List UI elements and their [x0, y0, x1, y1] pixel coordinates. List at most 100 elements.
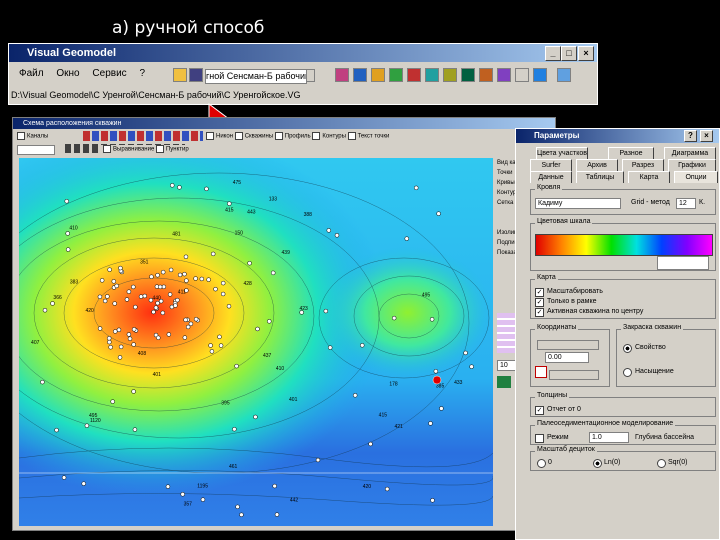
well-marker[interactable] [326, 228, 332, 233]
save-disk-icon[interactable] [189, 68, 203, 82]
well-marker[interactable] [433, 369, 439, 374]
diagram-icon[interactable] [497, 68, 511, 82]
tab-options[interactable]: Опции [674, 171, 718, 183]
well-marker[interactable] [131, 284, 136, 290]
menu-help[interactable]: ? [139, 68, 145, 79]
check-align[interactable]: Выравнивание [113, 147, 154, 153]
check-from-zero[interactable]: ✓ [535, 406, 544, 415]
color-scale-bar[interactable] [535, 234, 713, 256]
well-marker[interactable] [218, 343, 224, 348]
well-marker[interactable] [253, 414, 258, 420]
well-marker[interactable] [131, 327, 137, 332]
well-marker[interactable] [113, 329, 118, 334]
well-marker[interactable] [173, 303, 178, 308]
well-marker[interactable] [188, 321, 194, 327]
active-well-marker[interactable] [432, 375, 442, 385]
well-marker[interactable] [177, 272, 183, 278]
well-marker[interactable] [220, 291, 226, 297]
check-layer-0[interactable]: Никон [216, 134, 233, 140]
tab-misc[interactable]: Разное [608, 147, 654, 159]
well-marker[interactable] [165, 484, 171, 489]
well-marker[interactable] [50, 301, 55, 306]
well-marker[interactable] [247, 260, 252, 266]
well-marker[interactable] [193, 316, 199, 322]
well-marker[interactable] [271, 270, 276, 276]
well-marker[interactable] [334, 233, 340, 238]
well-marker[interactable] [42, 308, 48, 313]
close-button[interactable]: × [578, 46, 594, 61]
well-marker[interactable] [111, 279, 117, 284]
well-marker[interactable] [428, 421, 433, 426]
radio-saturation[interactable] [623, 368, 632, 377]
tab-sections[interactable]: Цвета участков [536, 147, 588, 159]
well-marker[interactable] [117, 355, 123, 360]
params-help-button[interactable]: ? [684, 130, 697, 142]
well-marker[interactable] [199, 276, 205, 282]
well-marker[interactable] [97, 326, 103, 331]
tab-data[interactable]: Данные [530, 171, 572, 183]
well-marker[interactable] [107, 339, 112, 345]
check-layer-4[interactable]: Текст точки [358, 134, 390, 140]
settings-icon[interactable] [557, 68, 571, 82]
well-marker[interactable] [183, 317, 188, 323]
layers-icon[interactable] [371, 68, 385, 82]
well-marker[interactable] [168, 267, 174, 273]
well-marker[interactable] [182, 271, 187, 277]
tab-archive[interactable]: Архив [576, 159, 618, 171]
check-scale[interactable]: ✓ [535, 288, 544, 297]
side-label-1[interactable]: Точки [497, 170, 513, 176]
well-marker[interactable] [208, 343, 213, 348]
well-marker[interactable] [436, 211, 441, 216]
well-marker[interactable] [217, 334, 222, 340]
well-marker[interactable] [469, 364, 474, 369]
well-marker[interactable] [235, 504, 240, 510]
chart-icon[interactable] [335, 68, 349, 82]
well-marker[interactable] [160, 310, 166, 316]
well-marker[interactable] [255, 326, 260, 332]
wells-icon[interactable] [443, 68, 457, 82]
well-marker[interactable] [102, 298, 108, 304]
well-marker[interactable] [131, 342, 136, 347]
well-marker[interactable] [106, 336, 112, 341]
roof-combo[interactable]: Кадиму [535, 198, 621, 209]
well-marker[interactable] [210, 251, 216, 257]
paleo-input[interactable]: 1.0 [589, 432, 629, 443]
well-marker[interactable] [127, 336, 133, 341]
grid-method-input[interactable]: 12 [676, 198, 696, 209]
well-marker[interactable] [108, 344, 113, 350]
tab-surfer[interactable]: Surfer [530, 159, 572, 171]
well-marker[interactable] [156, 335, 161, 341]
menu-service[interactable]: Сервис [92, 68, 126, 79]
map-icon[interactable] [389, 68, 403, 82]
grid-icon[interactable] [425, 68, 439, 82]
well-marker[interactable] [97, 294, 103, 300]
well-marker[interactable] [153, 305, 159, 310]
map-tools-strip[interactable] [83, 131, 203, 141]
params-close-button[interactable]: × [700, 130, 713, 142]
well-marker[interactable] [267, 319, 272, 324]
well-marker[interactable] [84, 423, 90, 428]
well-marker[interactable] [132, 427, 138, 432]
well-marker[interactable] [232, 426, 237, 432]
well-marker[interactable] [160, 269, 166, 275]
check-layer-2[interactable]: Профиль [285, 134, 311, 140]
well-marker[interactable] [64, 198, 69, 204]
well-marker[interactable] [40, 379, 45, 385]
well-marker[interactable] [413, 185, 419, 191]
globe-icon[interactable] [353, 68, 367, 82]
well-marker[interactable] [118, 344, 124, 350]
well-marker[interactable] [315, 457, 321, 463]
well-marker[interactable] [272, 483, 277, 489]
tab-tables[interactable]: Таблицы [576, 171, 624, 183]
well-marker[interactable] [65, 231, 70, 236]
well-marker[interactable] [126, 332, 132, 337]
tab-map[interactable]: Карта [628, 171, 670, 183]
well-marker[interactable] [429, 317, 435, 322]
well-marker[interactable] [180, 492, 185, 497]
tab-section[interactable]: Разрез [622, 159, 664, 171]
combo-dropdown-icon[interactable] [306, 69, 315, 82]
coord-up-button[interactable] [537, 340, 599, 350]
well-marker[interactable] [360, 343, 365, 348]
project-combo[interactable]: гной Сенсман-Б рабочий [205, 69, 307, 84]
well-marker[interactable] [463, 350, 468, 356]
